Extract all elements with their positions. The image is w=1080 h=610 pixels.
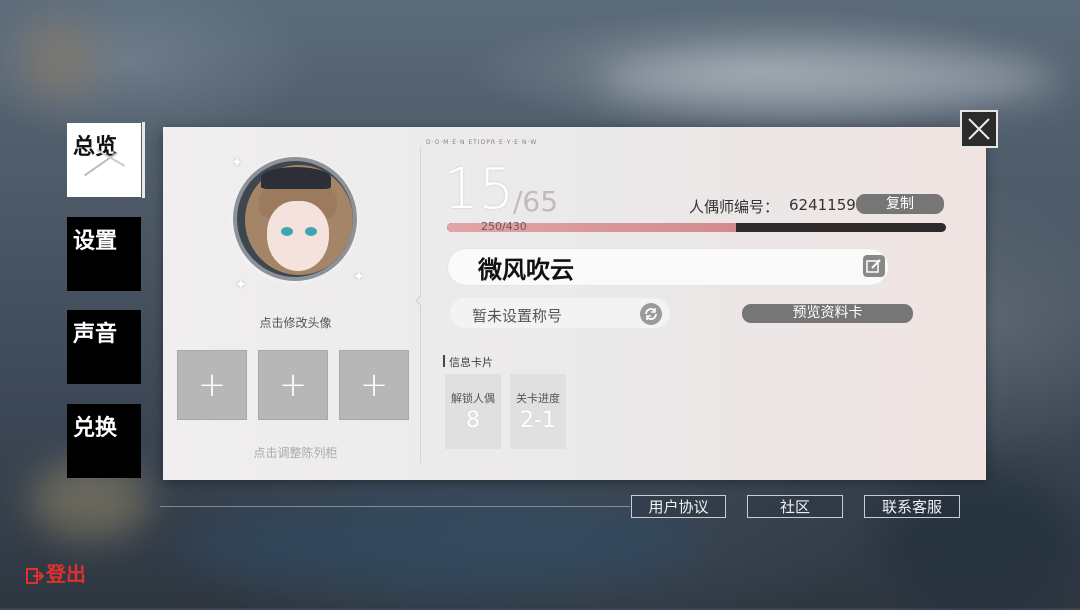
preview-card-button[interactable]: 预览资料卡 (742, 304, 913, 323)
info-card-label: 关卡进度 (516, 392, 560, 405)
showcase-slot-2[interactable]: + (258, 350, 328, 420)
logout-label: 登出 (46, 562, 86, 586)
nav-settings-label: 设置 (73, 228, 118, 254)
nav-settings[interactable]: 设置 (67, 217, 141, 291)
nav-sound[interactable]: 声音 (67, 310, 141, 384)
community-button[interactable]: 社区 (747, 495, 843, 518)
change-title-icon[interactable] (640, 303, 662, 325)
avatar[interactable] (233, 157, 357, 281)
plus-icon: + (197, 365, 227, 405)
level-max: /65 (513, 185, 559, 218)
footer-line (160, 506, 630, 507)
section-marker (443, 355, 445, 367)
user-agreement-button[interactable]: 用户协议 (631, 495, 726, 518)
player-id-value: 6241159 (789, 196, 856, 214)
decorative-code-text: D·O·M·E·N ETIOPR·E·Y·E·N·W (426, 139, 538, 146)
logout-button[interactable]: 登出 (26, 558, 86, 587)
showcase-slot-1[interactable]: + (177, 350, 247, 420)
info-card-progress[interactable]: 关卡进度 2-1 (510, 374, 566, 449)
nav-active-marker (142, 122, 145, 198)
logout-icon (26, 567, 45, 584)
exp-text: 250/430 (481, 220, 527, 233)
copy-id-button[interactable]: 复制 (856, 194, 944, 214)
support-button[interactable]: 联系客服 (864, 495, 960, 518)
showcase-caption: 点击调整陈列柜 (253, 446, 338, 460)
info-card-value: 2-1 (520, 408, 556, 433)
nav-sound-label: 声音 (73, 321, 118, 347)
plus-icon: + (359, 365, 389, 405)
sparkle-icon: ✦ (235, 277, 247, 293)
info-card-value: 8 (466, 408, 480, 433)
info-section-label: 信息卡片 (449, 356, 493, 369)
player-id-label: 人偶师编号： (689, 198, 780, 216)
close-icon (968, 118, 990, 140)
info-card-label: 解锁人偶 (451, 392, 495, 405)
player-level: 15 (443, 157, 515, 222)
nav-overview[interactable]: 总览 (67, 123, 141, 197)
close-button[interactable] (960, 110, 998, 148)
player-title: 暂未设置称号 (472, 307, 563, 325)
player-name: 微风吹云 (478, 255, 574, 284)
avatar-caption[interactable]: 点击修改头像 (163, 314, 428, 331)
nav-redeem-label: 兑换 (73, 415, 118, 441)
showcase-slot-3[interactable]: + (339, 350, 409, 420)
edit-name-icon[interactable] (863, 255, 885, 277)
sparkle-icon: ✦ (353, 269, 365, 285)
profile-panel: ✦ ✦ ✦ 点击修改头像 + + + 点击调整陈列柜 D·O·M·E·N ETI… (163, 127, 986, 480)
panel-notch (415, 295, 426, 306)
plus-icon: + (278, 365, 308, 405)
nav-redeem[interactable]: 兑换 (67, 404, 141, 478)
info-card-dolls[interactable]: 解锁人偶 8 (445, 374, 501, 449)
sparkle-icon: ✦ (231, 155, 243, 171)
